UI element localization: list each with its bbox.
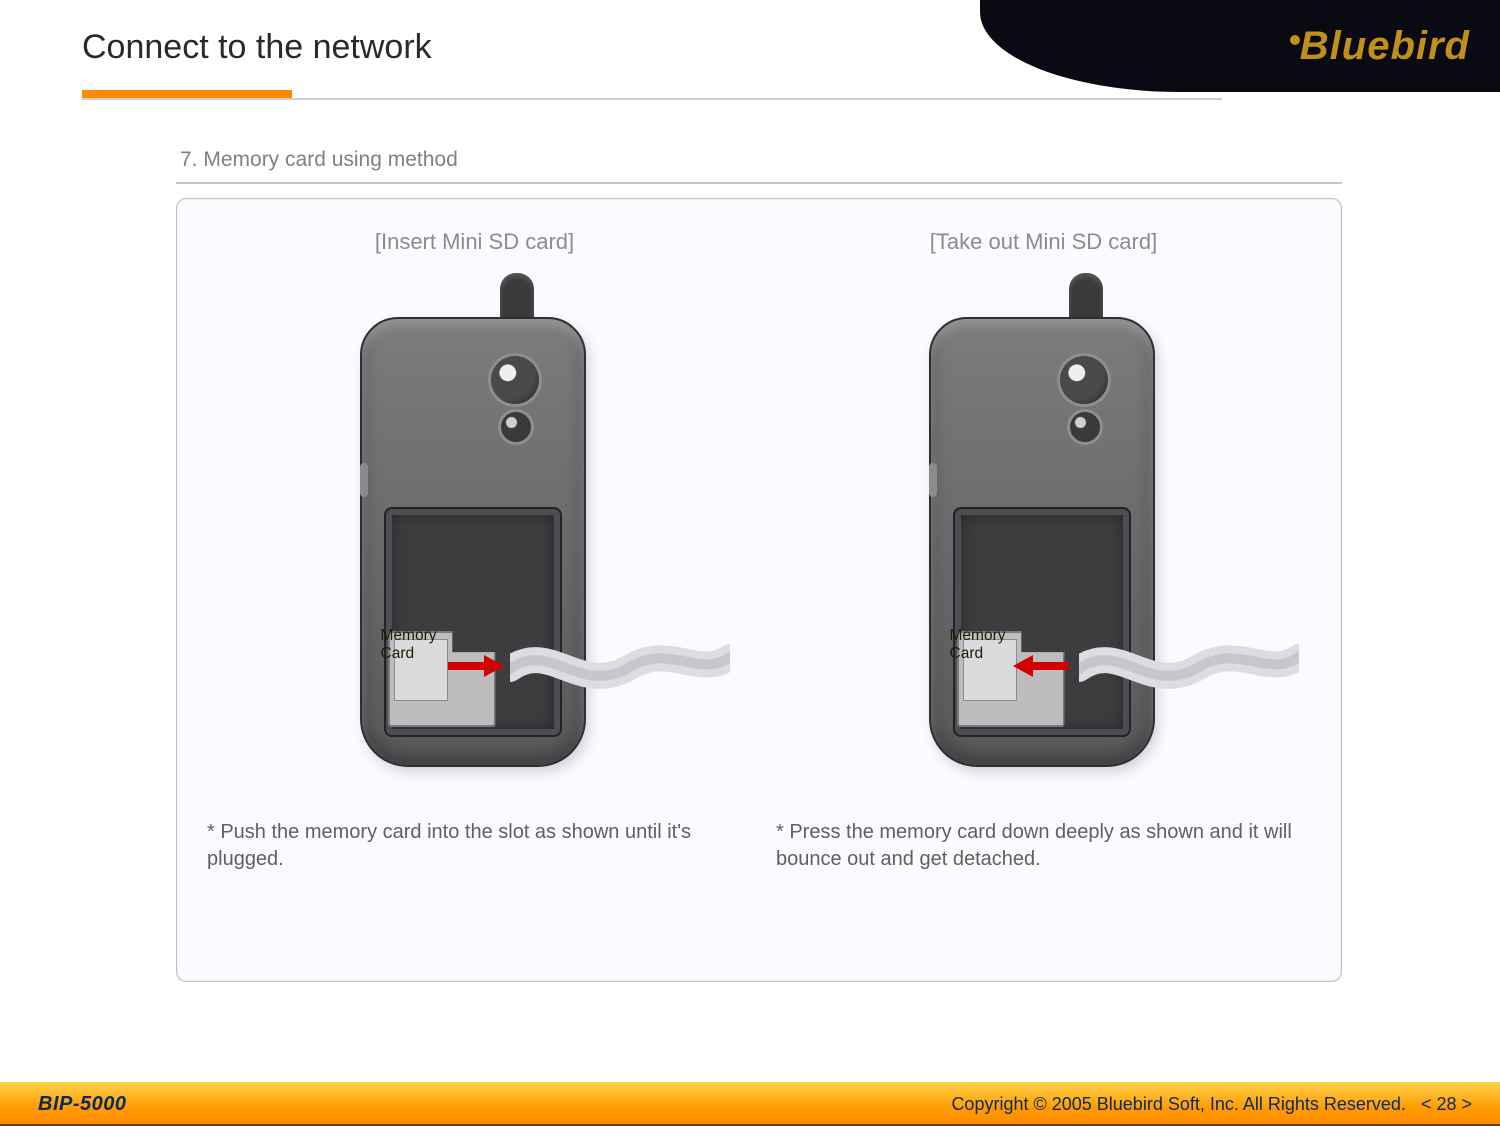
brand-dot-icon [1290, 35, 1300, 45]
footer-model: BIP-5000 [38, 1093, 127, 1116]
footer-right: Copyright © 2005 Bluebird Soft, Inc. All… [951, 1094, 1472, 1115]
side-button-icon [360, 463, 368, 497]
brand-name: Bluebird [1300, 24, 1470, 69]
insert-heading: [Insert Mini SD card] [375, 229, 574, 255]
footer-copyright: Copyright © 2005 Bluebird Soft, Inc. All… [951, 1094, 1406, 1114]
memory-label-line1: Memory [950, 627, 1006, 644]
remove-caption: * Press the memory card down deeply as s… [768, 819, 1319, 873]
memory-card-label: Memory Card [381, 627, 437, 663]
camera-lenses-icon [480, 353, 550, 453]
memory-card-label: Memory Card [950, 627, 1006, 663]
page-title: Connect to the network [82, 28, 432, 67]
memory-label-line2: Card [950, 645, 984, 662]
camera-lenses-icon [1049, 353, 1119, 453]
side-button-icon [929, 463, 937, 497]
content-area: 7. Memory card using method [Insert Mini… [176, 140, 1342, 982]
insert-column: [Insert Mini SD card] [199, 225, 750, 963]
cable-icon [510, 639, 730, 699]
device-insert-illustration: Memory Card [330, 273, 620, 793]
flash-lens-icon [498, 409, 534, 445]
insert-caption: * Push the memory card into the slot as … [199, 819, 750, 873]
footer-page-number: < 28 > [1421, 1094, 1472, 1114]
remove-heading: [Take out Mini SD card] [930, 229, 1157, 255]
flash-lens-icon [1067, 409, 1103, 445]
memory-label-line1: Memory [381, 627, 437, 644]
title-underline [82, 90, 1222, 100]
section-title: 7. Memory card using method [176, 140, 1342, 184]
insert-arrow-icon [446, 653, 506, 679]
document-page: Bluebird Connect to the network 7. Memor… [0, 0, 1500, 1126]
camera-lens-icon [488, 353, 542, 407]
brand-banner: Bluebird [980, 0, 1500, 92]
device-remove-illustration: Memory Card [899, 273, 1189, 793]
illustration-panel: [Insert Mini SD card] [176, 198, 1342, 982]
underline-base-icon [82, 98, 1222, 100]
remove-column: [Take out Mini SD card] [768, 225, 1319, 963]
camera-lens-icon [1057, 353, 1111, 407]
page-footer: BIP-5000 Copyright © 2005 Bluebird Soft,… [0, 1082, 1500, 1126]
memory-label-line2: Card [381, 645, 415, 662]
brand-logo: Bluebird [1290, 24, 1470, 69]
underline-accent-icon [82, 90, 292, 98]
cable-icon [1079, 639, 1299, 699]
remove-arrow-icon [1011, 653, 1071, 679]
